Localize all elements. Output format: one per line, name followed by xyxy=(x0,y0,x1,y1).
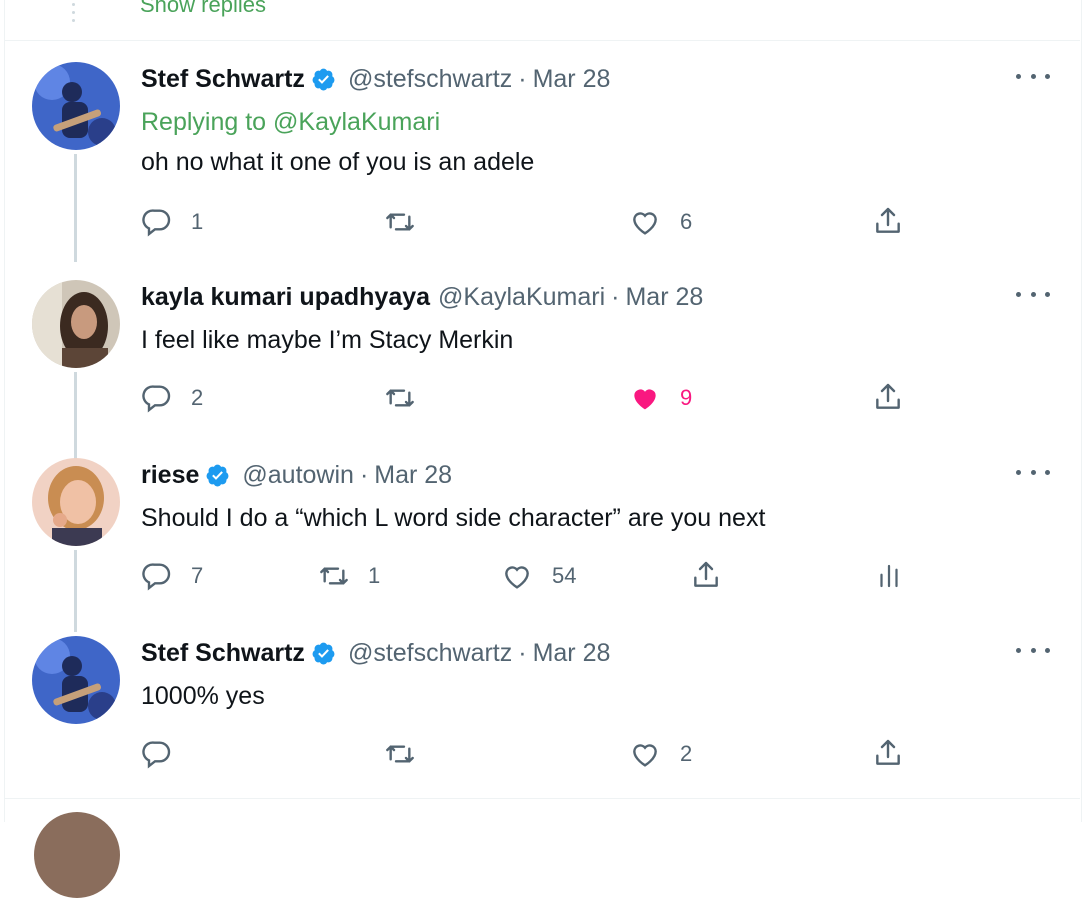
handle[interactable]: @KaylaKumari xyxy=(438,283,605,312)
reply-count: 1 xyxy=(191,209,204,234)
dot-separator: · xyxy=(611,282,620,311)
heart-icon xyxy=(505,566,529,589)
replying-to-handle[interactable]: @KaylaKumari xyxy=(273,108,440,136)
handle[interactable]: @autowin xyxy=(242,461,354,490)
display-name[interactable]: riese xyxy=(141,461,199,490)
dot-separator: · xyxy=(359,460,369,489)
avatar-image-icon xyxy=(32,458,120,546)
tweet-date[interactable]: Mar 28 xyxy=(374,461,452,490)
like-count: 54 xyxy=(552,563,577,588)
retweet-count: 1 xyxy=(368,563,381,588)
tweet-text: Should I do a “which L word side charact… xyxy=(141,504,766,532)
tweet-date[interactable]: Mar 28 xyxy=(625,283,703,312)
tweet-date[interactable]: Mar 28 xyxy=(533,65,611,94)
tweet-text: oh no what it one of you is an adele xyxy=(141,148,535,176)
more-dots-icon[interactable] xyxy=(1016,462,1050,482)
speech-bubble-icon xyxy=(142,209,171,237)
handle[interactable]: @stefschwartz xyxy=(348,65,512,94)
display-name[interactable]: kayla kumari upadhyaya xyxy=(141,283,430,312)
retweet-icon xyxy=(386,389,414,407)
share-button[interactable] xyxy=(690,558,722,592)
tweet-header: riese @autowin · Mar 28 xyxy=(141,458,452,492)
retweet-button[interactable]: 1 xyxy=(318,560,380,592)
like-count: 9 xyxy=(680,385,693,410)
divider xyxy=(5,40,1080,41)
more-dots-icon[interactable] xyxy=(1016,284,1050,304)
tweet-text: I feel like maybe I’m Stacy Merkin xyxy=(141,326,514,354)
avatar-image-icon xyxy=(32,280,120,368)
analytics-button[interactable] xyxy=(874,560,904,592)
avatar[interactable] xyxy=(32,280,120,368)
reply-count: 2 xyxy=(191,385,204,410)
share-button[interactable] xyxy=(872,380,904,414)
thread-line xyxy=(74,154,77,262)
reply-count: 7 xyxy=(191,563,204,588)
like-button[interactable]: 9 xyxy=(628,382,692,414)
speech-bubble-icon xyxy=(142,741,171,769)
retweet-icon xyxy=(386,745,414,763)
reply-button[interactable]: 2 xyxy=(141,382,203,414)
display-name[interactable]: Stef Schwartz xyxy=(141,65,305,94)
share-icon xyxy=(694,561,718,587)
avatar[interactable] xyxy=(32,636,120,724)
speech-bubble-icon xyxy=(142,563,171,591)
avatar[interactable] xyxy=(32,458,120,546)
reply-button[interactable]: 1 xyxy=(141,206,203,238)
display-name[interactable]: Stef Schwartz xyxy=(141,639,305,668)
verified-badge-icon xyxy=(312,68,335,90)
like-count: 2 xyxy=(680,741,693,766)
retweet-button[interactable] xyxy=(384,738,434,770)
avatar-image-icon xyxy=(32,636,120,724)
retweet-button[interactable] xyxy=(384,206,434,238)
share-icon xyxy=(876,383,900,409)
reply-button[interactable]: 7 xyxy=(141,560,203,592)
more-dots-icon[interactable] xyxy=(1016,640,1050,660)
reply-button[interactable] xyxy=(141,738,191,770)
verified-badge-icon xyxy=(206,464,229,486)
more-dots-icon[interactable] xyxy=(1016,66,1050,86)
tweet-header: Stef Schwartz @stefschwartz · Mar 28 xyxy=(141,636,610,670)
like-count: 6 xyxy=(680,209,693,234)
heart-filled-icon xyxy=(634,389,656,410)
replying-to-label: Replying to xyxy=(141,108,267,136)
tweet-header: kayla kumari upadhyaya @KaylaKumari · Ma… xyxy=(141,280,703,314)
show-replies-link[interactable]: Show replies xyxy=(140,0,266,18)
like-button[interactable]: 6 xyxy=(628,206,692,238)
heart-icon xyxy=(633,744,657,767)
avatar-image-icon xyxy=(32,62,120,150)
bar-chart-icon xyxy=(880,564,898,588)
avatar-next-tweet[interactable] xyxy=(34,812,120,898)
dot-separator: · xyxy=(518,64,527,93)
retweet-button[interactable] xyxy=(384,382,434,414)
handle[interactable]: @stefschwartz xyxy=(348,639,512,668)
share-button[interactable] xyxy=(872,204,904,238)
like-button[interactable]: 2 xyxy=(628,738,692,770)
share-icon xyxy=(876,207,900,233)
share-icon xyxy=(876,739,900,765)
dot-separator: · xyxy=(518,638,527,667)
avatar[interactable] xyxy=(32,62,120,150)
heart-icon xyxy=(633,212,657,235)
verified-badge-icon xyxy=(312,642,335,664)
tweet-text: 1000% yes xyxy=(141,682,265,710)
divider xyxy=(5,798,1080,799)
retweet-icon xyxy=(320,567,348,585)
tweet-date[interactable]: Mar 28 xyxy=(533,639,611,668)
tweet-header: Stef Schwartz @stefschwartz · Mar 28 xyxy=(141,62,610,96)
replying-to: Replying to @KaylaKumari xyxy=(141,108,440,137)
share-button[interactable] xyxy=(872,736,904,770)
thread-line xyxy=(74,372,77,460)
thread-gap-dots xyxy=(72,0,76,24)
retweet-icon xyxy=(386,213,414,231)
speech-bubble-icon xyxy=(142,385,171,413)
like-button[interactable]: 54 xyxy=(500,560,576,592)
thread-line xyxy=(74,550,77,632)
